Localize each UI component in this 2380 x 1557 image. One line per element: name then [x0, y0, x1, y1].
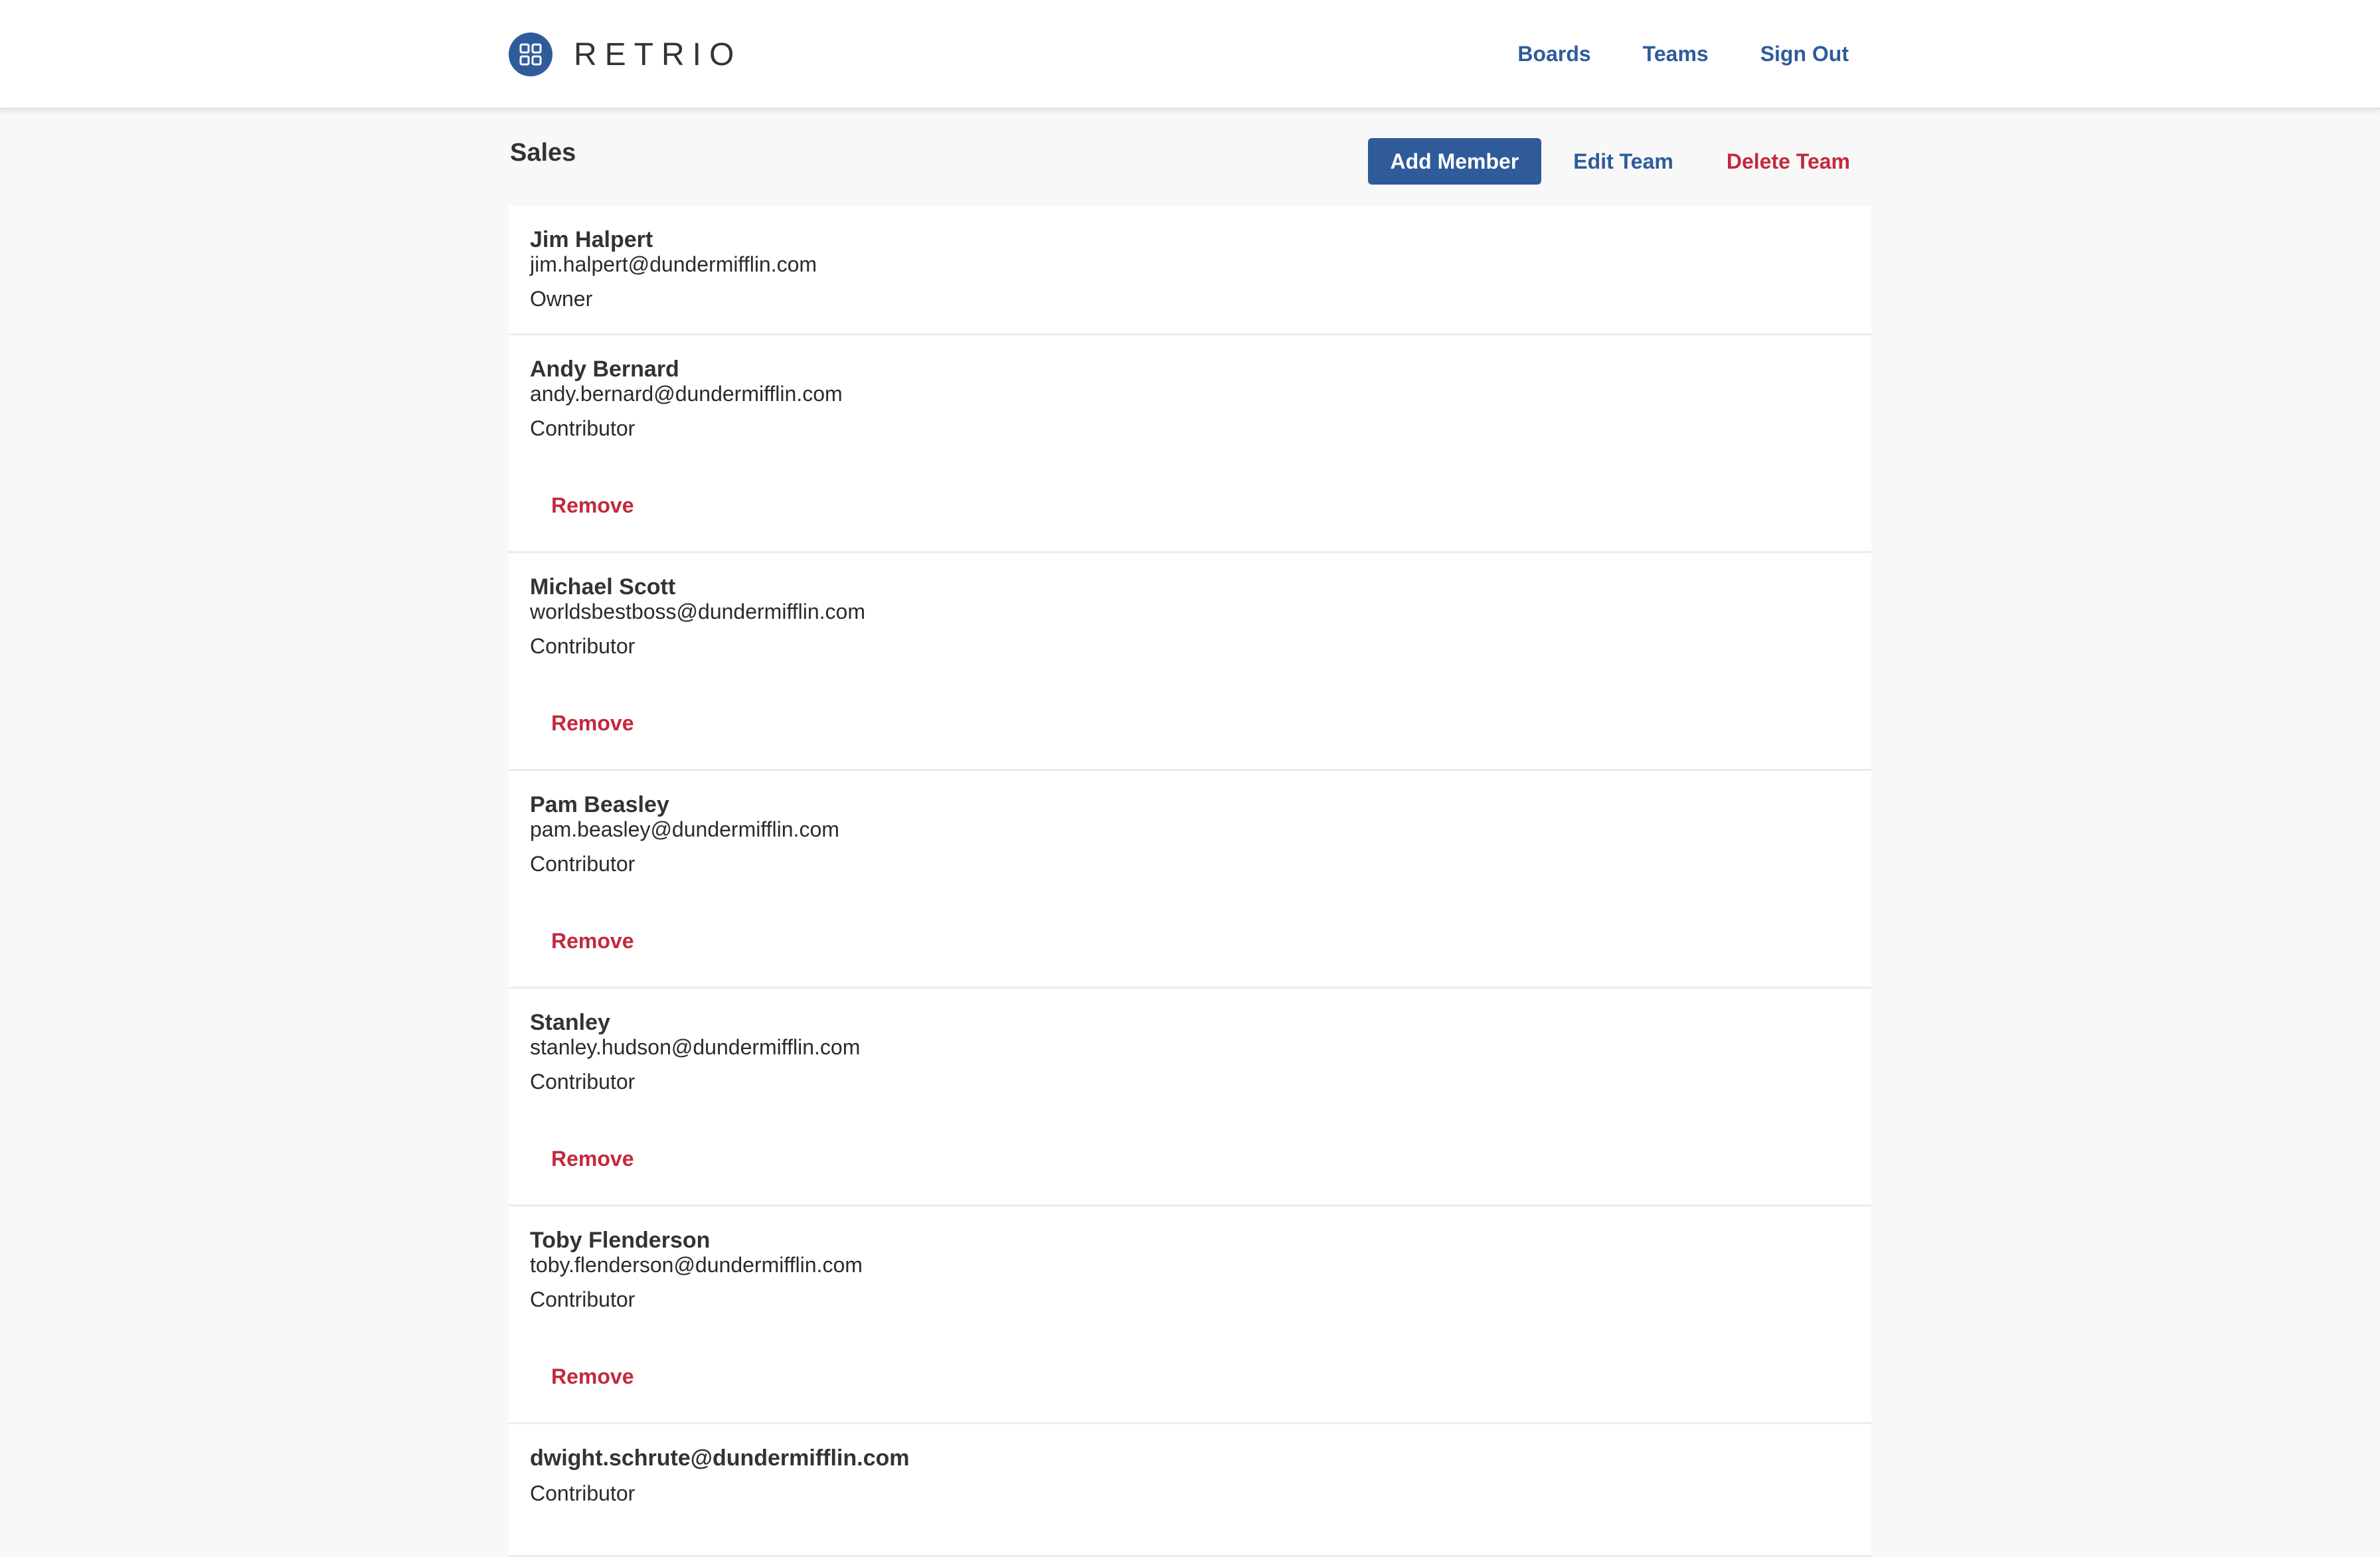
member-row: Stanley stanley.hudson@dundermifflin.com…: [509, 989, 1871, 1206]
nav-boards-link[interactable]: Boards: [1517, 42, 1590, 66]
team-page: Sales Add Member Edit Team Delete Team J…: [509, 110, 1871, 1557]
member-list: Jim Halpert jim.halpert@dundermifflin.co…: [509, 206, 1871, 1557]
remove-member-button[interactable]: Remove: [551, 1364, 634, 1389]
member-row: Jim Halpert jim.halpert@dundermifflin.co…: [509, 206, 1871, 335]
member-email: toby.flenderson@dundermifflin.com: [530, 1253, 863, 1277]
app-name: RETRIO: [574, 37, 742, 72]
member-role: Contributor: [530, 416, 636, 440]
grid-icon: [509, 33, 552, 76]
member-role: Contributor: [530, 1287, 636, 1311]
member-row: Pam Beasley pam.beasley@dundermifflin.co…: [509, 771, 1871, 989]
member-email: pam.beasley@dundermifflin.com: [530, 817, 839, 841]
member-name: Pam Beasley: [530, 792, 669, 817]
member-role: Contributor: [530, 1070, 636, 1094]
top-navbar: RETRIO Boards Teams Sign Out: [0, 0, 2380, 110]
delete-team-button[interactable]: Delete Team: [1727, 149, 1850, 174]
nav-teams-link[interactable]: Teams: [1643, 42, 1709, 66]
member-name: Toby Flenderson: [530, 1228, 711, 1253]
remove-member-button[interactable]: Remove: [551, 493, 634, 518]
brand[interactable]: RETRIO: [509, 32, 742, 77]
remove-member-button[interactable]: Remove: [551, 711, 634, 736]
add-member-button[interactable]: Add Member: [1367, 138, 1542, 185]
member-role: Owner: [530, 287, 593, 311]
member-row: Michael Scott worldsbestboss@dundermiffl…: [509, 553, 1871, 771]
member-email: andy.bernard@dundermifflin.com: [530, 382, 843, 406]
member-email: stanley.hudson@dundermifflin.com: [530, 1035, 861, 1059]
member-role: Contributor: [530, 1481, 636, 1505]
member-row: Andy Bernard andy.bernard@dundermifflin.…: [509, 335, 1871, 553]
member-name: dwight.schrute@dundermifflin.com: [530, 1445, 910, 1471]
remove-member-button[interactable]: Remove: [551, 929, 634, 953]
member-email: jim.halpert@dundermifflin.com: [530, 252, 817, 276]
main-nav: Boards Teams Sign Out: [1517, 32, 1849, 76]
member-email: worldsbestboss@dundermifflin.com: [530, 600, 865, 623]
member-name: Andy Bernard: [530, 357, 679, 382]
remove-member-button[interactable]: Remove: [551, 1147, 634, 1171]
edit-team-button[interactable]: Edit Team: [1573, 149, 1673, 174]
member-row: Toby Flenderson toby.flenderson@dundermi…: [509, 1206, 1871, 1424]
team-toolbar: Sales Add Member Edit Team Delete Team: [509, 110, 1871, 206]
member-row: dwight.schrute@dundermifflin.com Contrib…: [509, 1424, 1871, 1557]
team-actions: Add Member Edit Team Delete Team: [1367, 138, 1850, 185]
member-role: Contributor: [530, 634, 636, 658]
member-name: Jim Halpert: [530, 227, 653, 252]
member-name: Michael Scott: [530, 574, 676, 600]
sign-out-link[interactable]: Sign Out: [1760, 42, 1849, 66]
member-role: Contributor: [530, 852, 636, 876]
member-name: Stanley: [530, 1010, 610, 1035]
team-title: Sales: [510, 139, 576, 167]
